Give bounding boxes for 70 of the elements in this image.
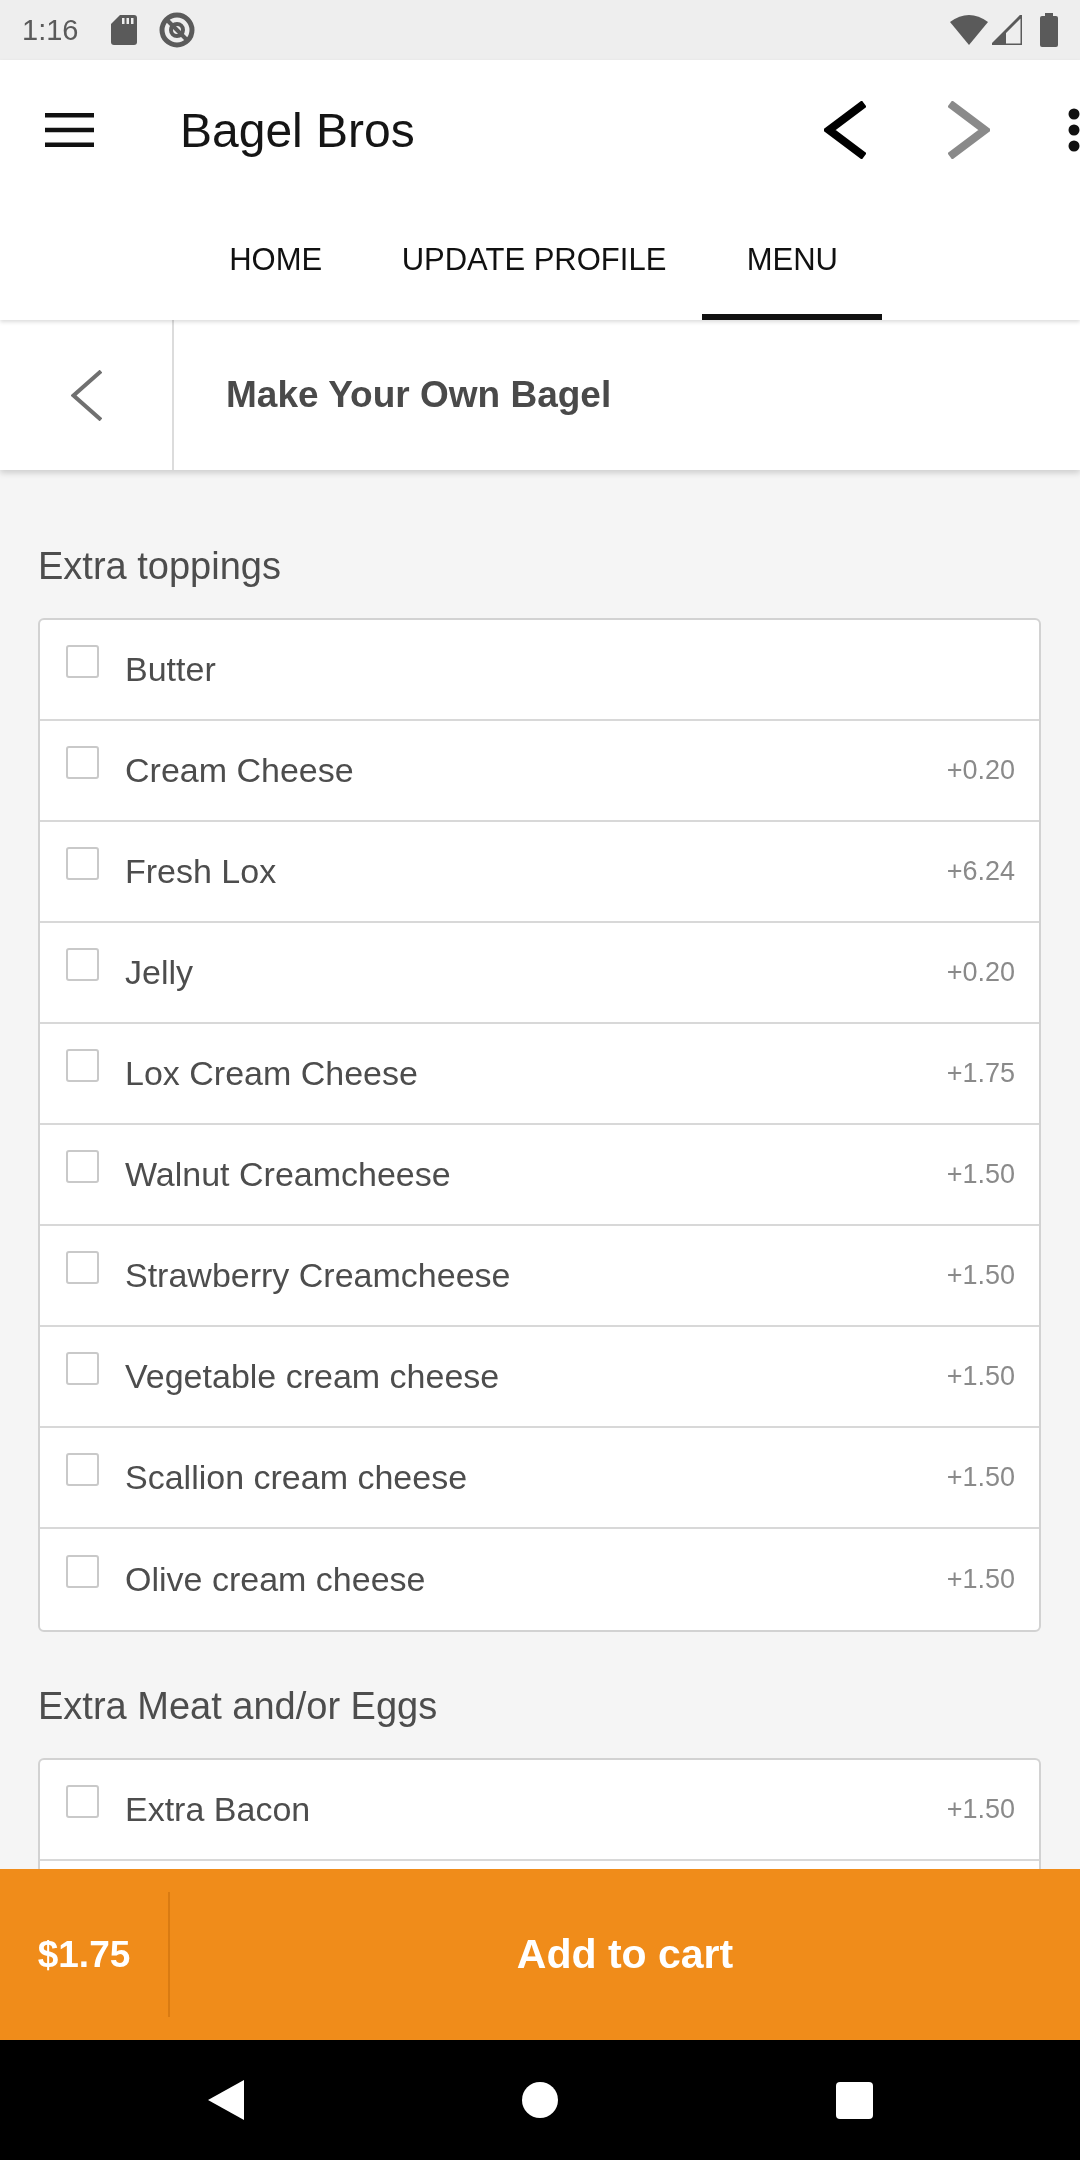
checkbox[interactable] — [66, 645, 99, 678]
sd-card-icon — [111, 15, 138, 45]
chevron-right-icon — [948, 101, 990, 159]
blocked-circle-icon — [159, 12, 196, 48]
option-price: +1.75 — [946, 1058, 1015, 1089]
option-name: Cream Cheese — [125, 751, 354, 790]
option-price: +1.50 — [946, 1462, 1015, 1493]
page-title: Make Your Own Bagel — [225, 374, 612, 416]
battery-icon — [1040, 13, 1058, 47]
option-row[interactable]: Olive cream cheese +1.50 — [40, 1529, 1039, 1630]
square-recents-icon — [835, 2081, 873, 2119]
option-price: +1.50 — [946, 1564, 1015, 1595]
more-options-button[interactable] — [1068, 108, 1080, 152]
section-title: Extra toppings — [38, 544, 282, 589]
option-price: +1.50 — [946, 1361, 1015, 1392]
option-name: Vegetable cream cheese — [125, 1357, 500, 1396]
triangle-back-icon — [208, 2080, 244, 2120]
checkbox[interactable] — [66, 1785, 99, 1818]
menu-button[interactable] — [45, 113, 94, 147]
checkbox[interactable] — [66, 847, 99, 880]
option-row[interactable]: Fresh Lox +6.24 — [40, 822, 1039, 923]
section-title: Extra Meat and/or Eggs — [38, 1684, 439, 1729]
checkbox[interactable] — [66, 746, 99, 779]
option-row[interactable]: Lox Cream Cheese +1.75 — [40, 1024, 1039, 1125]
option-name: Walnut Creamcheese — [125, 1155, 451, 1194]
option-name: Olive cream cheese — [125, 1560, 426, 1599]
chevron-left-icon — [824, 101, 866, 159]
menu-icon — [45, 113, 94, 147]
signal-icon — [992, 15, 1022, 45]
nav-back-button[interactable] — [208, 2080, 244, 2120]
wifi-icon — [950, 15, 988, 45]
option-row[interactable]: Strawberry Creamcheese +1.50 — [40, 1226, 1039, 1327]
nav-recents-button[interactable] — [835, 2081, 873, 2119]
back-arrow-button[interactable] — [824, 101, 866, 159]
tab[interactable]: HOME — [185, 200, 366, 320]
option-price: +0.20 — [946, 755, 1015, 786]
option-row[interactable]: Scallion cream cheese +1.50 — [40, 1428, 1039, 1529]
circle-home-icon — [522, 2082, 558, 2118]
option-name: Fresh Lox — [125, 852, 277, 891]
option-row[interactable]: Vegetable cream cheese +1.50 — [40, 1327, 1039, 1428]
checkbox[interactable] — [66, 1049, 99, 1082]
option-price: +1.50 — [946, 1159, 1015, 1190]
app-title: Bagel Bros — [180, 102, 416, 158]
tab[interactable]: UPDATE PROFILE — [365, 200, 703, 320]
cart-total: $1.75 — [36, 1933, 132, 1976]
checkbox[interactable] — [66, 1453, 99, 1486]
checkbox[interactable] — [66, 1352, 99, 1385]
option-name: Lox Cream Cheese — [125, 1054, 418, 1093]
option-row[interactable]: Jelly +0.20 — [40, 923, 1039, 1024]
checkbox[interactable] — [66, 1555, 99, 1588]
option-name: Jelly — [125, 953, 194, 992]
option-row[interactable]: Walnut Creamcheese +1.50 — [40, 1125, 1039, 1226]
option-name: Butter — [125, 650, 216, 689]
option-row[interactable]: Cream Cheese +0.20 — [40, 721, 1039, 822]
option-name: Scallion cream cheese — [125, 1458, 468, 1497]
option-price: +6.24 — [946, 856, 1015, 887]
checkbox[interactable] — [66, 948, 99, 981]
checkbox[interactable] — [66, 1251, 99, 1284]
option-name: Strawberry Creamcheese — [125, 1256, 511, 1295]
checkbox[interactable] — [66, 1150, 99, 1183]
option-row[interactable]: Butter — [40, 620, 1039, 721]
nav-home-button[interactable] — [522, 2082, 558, 2118]
chevron-left-icon — [70, 369, 102, 421]
status-time: 1:16 — [22, 13, 79, 47]
more-vert-icon — [1068, 108, 1080, 152]
option-name: Extra Bacon — [125, 1790, 311, 1829]
option-price: +1.50 — [946, 1260, 1015, 1291]
option-price: +0.20 — [946, 957, 1015, 988]
option-row[interactable]: Extra Bacon +1.50 — [40, 1760, 1039, 1861]
option-price: +1.50 — [946, 1794, 1015, 1825]
